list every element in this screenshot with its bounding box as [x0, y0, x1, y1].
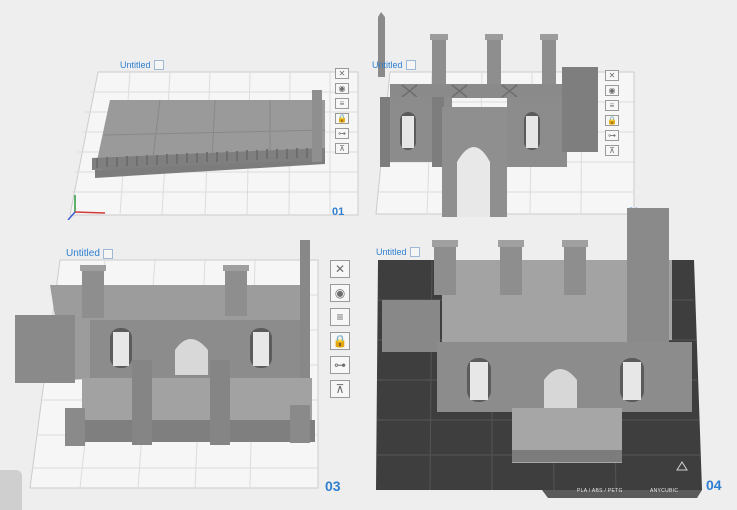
- eye-icon[interactable]: ◉: [605, 85, 619, 96]
- plate-03-title-text[interactable]: Untitled: [66, 248, 100, 259]
- eye-icon[interactable]: ◉: [335, 83, 349, 94]
- plate-03-number: 03: [325, 478, 341, 494]
- plate-01-title-text[interactable]: Untitled: [120, 60, 151, 70]
- edit-icon[interactable]: [153, 60, 164, 70]
- layers-icon[interactable]: ≡: [335, 98, 349, 109]
- eye-icon[interactable]: ◉: [330, 284, 350, 302]
- bed-surface-label: ANYCUBIC: [650, 488, 679, 494]
- plate-04-title-text[interactable]: Untitled: [376, 247, 407, 257]
- plate-02-toolbar: ✕ ◉ ≡ 🔒 ⊶ ⊼: [605, 70, 619, 160]
- plate-01-toolbar: ✕ ◉ ≡ 🔒 ⊶ ⊼: [335, 68, 349, 158]
- plate-04-viewport[interactable]: [372, 200, 737, 510]
- build-plate-03[interactable]: Untitled 03 ✕ ◉ ≡ 🔒 ⊶ ⊼: [10, 240, 365, 502]
- settings-icon[interactable]: ⊶: [335, 128, 349, 139]
- plate-04-number: 04: [706, 477, 722, 493]
- plate-03-toolbar: ✕ ◉ ≡ 🔒 ⊶ ⊼: [330, 260, 350, 404]
- close-icon[interactable]: ✕: [330, 260, 350, 278]
- side-panel-tab[interactable]: [0, 470, 22, 510]
- plate-01-viewport[interactable]: [40, 60, 365, 220]
- build-plate-04[interactable]: Untitled PLA / ABS / PETG ANYCUBIC 04: [372, 200, 737, 510]
- drop-to-bed-icon[interactable]: ⊼: [330, 380, 350, 398]
- plate-02-title[interactable]: Untitled: [372, 60, 416, 70]
- build-plate-02[interactable]: Untitled 02 ✕ ◉ ≡ 🔒 ⊶ ⊼: [372, 12, 637, 222]
- layers-icon[interactable]: ≡: [605, 100, 619, 111]
- edit-icon[interactable]: [405, 60, 416, 70]
- plate-01-number: 01: [332, 206, 345, 218]
- plate-02-title-text[interactable]: Untitled: [372, 60, 403, 70]
- settings-icon[interactable]: ⊶: [605, 130, 619, 141]
- plate-02-viewport[interactable]: [372, 12, 637, 222]
- lock-icon[interactable]: 🔒: [335, 113, 349, 124]
- close-icon[interactable]: ✕: [605, 70, 619, 81]
- layers-icon[interactable]: ≡: [330, 308, 350, 326]
- close-icon[interactable]: ✕: [335, 68, 349, 79]
- bed-material-label: PLA / ABS / PETG: [577, 488, 623, 494]
- drop-to-bed-icon[interactable]: ⊼: [605, 145, 619, 156]
- edit-icon[interactable]: [102, 248, 113, 259]
- plate-03-title[interactable]: Untitled: [66, 248, 113, 259]
- drop-to-bed-icon[interactable]: ⊼: [335, 143, 349, 154]
- plate-01-title[interactable]: Untitled: [120, 60, 164, 70]
- plate-03-viewport[interactable]: [10, 240, 365, 502]
- lock-icon[interactable]: 🔒: [330, 332, 350, 350]
- plate-04-title[interactable]: Untitled: [376, 247, 420, 257]
- build-plate-01[interactable]: Untitled 01 ✕ ◉ ≡ 🔒 ⊶ ⊼: [40, 60, 365, 220]
- lock-icon[interactable]: 🔒: [605, 115, 619, 126]
- settings-icon[interactable]: ⊶: [330, 356, 350, 374]
- edit-icon[interactable]: [409, 247, 420, 257]
